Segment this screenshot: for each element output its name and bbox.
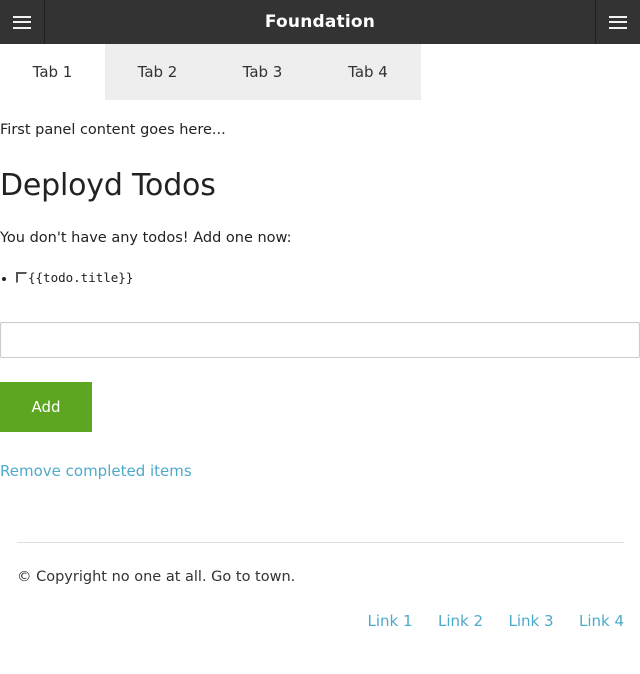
copyright-text: © Copyright no one at all. Go to town.: [17, 568, 296, 585]
top-bar: Foundation: [0, 0, 640, 44]
hamburger-menu-icon: [609, 15, 627, 29]
tab-2[interactable]: Tab 2: [105, 44, 210, 100]
todo-list: {{todo.title}}: [0, 270, 640, 288]
hamburger-menu-icon: [13, 15, 31, 29]
page-title: Deployd Todos: [0, 168, 216, 204]
right-menu-button[interactable]: [595, 0, 640, 44]
tab-4[interactable]: Tab 4: [315, 44, 421, 100]
left-menu-button[interactable]: [0, 0, 45, 44]
tab-3[interactable]: Tab 3: [210, 44, 315, 100]
footer-link-4[interactable]: Link 4: [579, 612, 624, 630]
footer-links: Link 1 Link 2 Link 3 Link 4: [17, 612, 624, 630]
checkbox-unchecked-icon[interactable]: [16, 271, 27, 283]
footer-link-3[interactable]: Link 3: [508, 612, 553, 630]
tab-bar: Tab 1 Tab 2 Tab 3 Tab 4: [0, 44, 640, 100]
footer-divider: [17, 541, 624, 543]
add-button[interactable]: Add: [0, 381, 92, 432]
todo-title-template: {{todo.title}}: [28, 269, 134, 285]
empty-state-message: You don't have any todos! Add one now:: [0, 230, 292, 247]
remove-completed-items-link[interactable]: Remove completed items: [0, 462, 192, 480]
list-item: {{todo.title}}: [16, 270, 640, 288]
tab-panel-1: First panel content goes here... Deployd…: [0, 122, 640, 480]
panel-intro-text: First panel content goes here...: [0, 122, 226, 138]
footer: © Copyright no one at all. Go to town. L…: [0, 541, 640, 630]
tab-bar-filler: [421, 44, 640, 100]
new-todo-input[interactable]: [0, 321, 640, 358]
footer-link-1[interactable]: Link 1: [368, 612, 413, 630]
tab-1[interactable]: Tab 1: [0, 44, 105, 100]
footer-link-2[interactable]: Link 2: [438, 612, 483, 630]
app-title: Foundation: [264, 12, 376, 32]
